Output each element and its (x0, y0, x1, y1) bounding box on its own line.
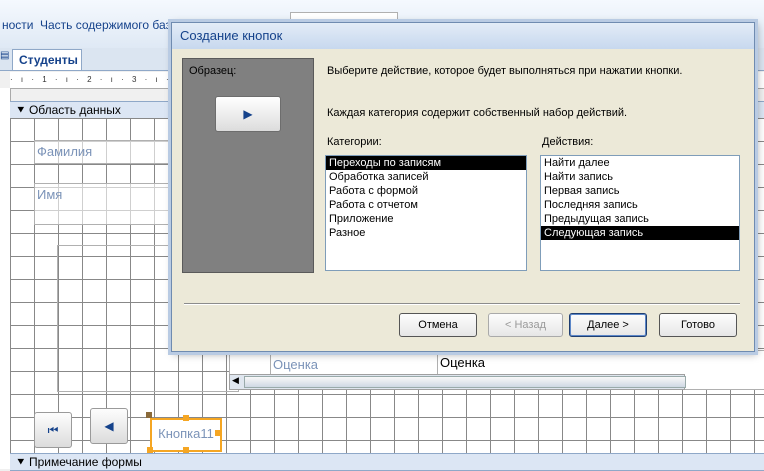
sample-label: Образец: (189, 65, 237, 77)
section-header-footer[interactable]: ⯆ Примечание формы (10, 453, 764, 471)
finish-button[interactable]: Готово (659, 313, 737, 337)
actions-label: Действия: (542, 136, 594, 148)
dialog-title[interactable]: Создание кнопок (172, 23, 754, 49)
next-record-icon: ▶ (243, 107, 253, 121)
resize-handle-top[interactable] (183, 415, 189, 421)
next-button[interactable]: Далее > (569, 313, 647, 337)
list-item[interactable]: Приложение (326, 212, 526, 226)
first-record-button[interactable]: ⏮ (34, 412, 72, 448)
resize-handle-right[interactable] (215, 430, 221, 436)
form-icon: ▤ (0, 50, 10, 61)
field-ocenka-value[interactable]: Оценка (440, 353, 760, 373)
field-imya[interactable]: Имя (34, 183, 178, 225)
list-item[interactable]: Найти далее (541, 156, 739, 170)
back-button[interactable]: < Назад (488, 313, 563, 337)
sample-button-preview: ▶ (215, 96, 281, 132)
collapse-arrow-icon: ⯆ (16, 455, 26, 469)
collapse-arrow-icon: ⯆ (16, 103, 26, 117)
previous-record-icon: ◀ (104, 419, 114, 433)
list-item[interactable]: Разное (326, 226, 526, 240)
list-item[interactable]: Работа с отчетом (326, 198, 526, 212)
sample-panel: Образец: ▶ (182, 58, 314, 273)
cancel-button[interactable]: Отмена (399, 313, 477, 337)
instruction-text: Выберите действие, которое будет выполня… (327, 65, 683, 77)
scroll-left-arrow-icon[interactable]: ◀ (232, 375, 239, 386)
scrollbar-thumb[interactable] (244, 376, 686, 388)
dialog-separator (184, 303, 740, 305)
section-label-data: Область данных (28, 103, 121, 117)
list-item[interactable]: Следующая запись (541, 226, 739, 240)
create-button-dialog: Создание кнопок Образец: ▶ Выберите дейс… (171, 22, 755, 352)
list-item[interactable]: Найти запись (541, 170, 739, 184)
field-familiya[interactable]: Фамилия (34, 140, 178, 164)
category-hint-text: Каждая категория содержит собственный на… (327, 107, 628, 119)
first-record-icon: ⏮ (47, 423, 59, 437)
categories-label: Категории: (327, 136, 382, 148)
list-item[interactable]: Предыдущая запись (541, 212, 739, 226)
list-item[interactable]: Обработка записей (326, 170, 526, 184)
tab-studenty[interactable]: Студенты (12, 49, 82, 70)
ribbon-item-pravka[interactable]: ности (2, 18, 34, 32)
list-item[interactable]: Работа с формой (326, 184, 526, 198)
field-ocenka-label[interactable]: Оценка (270, 353, 438, 375)
section-label-footer: Примечание формы (28, 455, 142, 469)
list-item[interactable]: Первая запись (541, 184, 739, 198)
list-item[interactable]: Последняя запись (541, 198, 739, 212)
previous-record-button[interactable]: ◀ (90, 408, 128, 444)
actions-listbox[interactable]: Найти далее Найти запись Первая запись Посл… (540, 155, 740, 271)
ribbon-item-content[interactable]: Часть содержимого баз (40, 18, 171, 32)
list-item[interactable]: Переходы по записям (326, 156, 526, 170)
horizontal-scrollbar[interactable]: ◀ (229, 374, 686, 390)
categories-listbox[interactable]: Переходы по записям Обработка записей Рабо… (325, 155, 527, 271)
